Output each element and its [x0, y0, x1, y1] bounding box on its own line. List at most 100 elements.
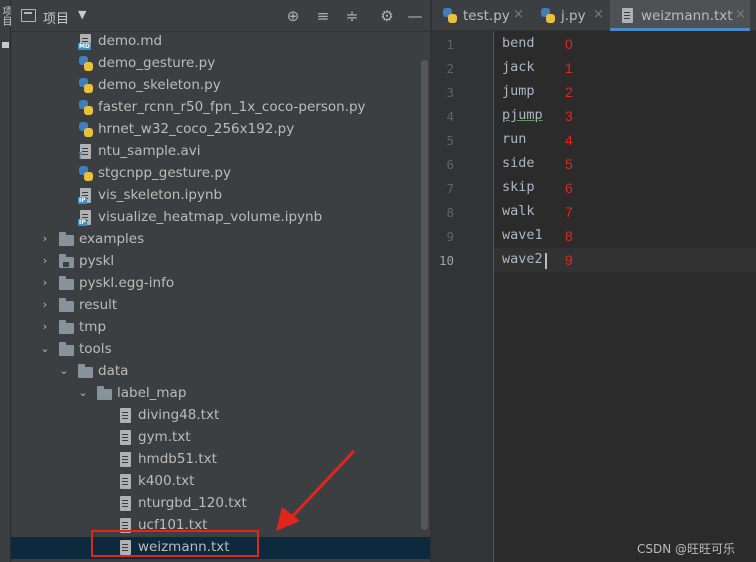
tab-label: weizmann.txt — [641, 8, 733, 24]
unknown-file-icon: ? — [78, 144, 94, 160]
tree-item[interactable]: hrnet_w32_coco_256x192.py — [11, 119, 430, 141]
tree-item[interactable]: hmdb51.txt — [11, 449, 430, 471]
project-tree: MD demo.md demo_gesture.py demo_skeleton.py… — [11, 32, 430, 562]
gear-icon[interactable]: ⚙ — [377, 6, 397, 26]
tree-item[interactable]: ⌄ label_map — [11, 383, 430, 405]
tree-item-label: k400.txt — [138, 473, 195, 489]
python-file-icon — [78, 100, 94, 116]
tree-item[interactable]: › tmp — [11, 317, 430, 339]
code-line[interactable]: jack — [502, 59, 535, 75]
locate-target-icon[interactable]: ⊕ — [283, 6, 303, 26]
code-line[interactable]: pjump — [502, 107, 543, 123]
tree-item[interactable]: › pyskl — [11, 251, 430, 273]
python-file-icon — [78, 122, 94, 138]
project-header: 项目 ▼ ⊕ ≡ ≑ ⚙ — — [11, 0, 430, 32]
tree-item[interactable]: ⌄ data — [11, 361, 430, 383]
close-icon[interactable]: × — [593, 7, 604, 22]
line-number: 8 — [446, 205, 454, 220]
tree-item-label: tmp — [79, 319, 107, 335]
tab-weizmann-txt[interactable]: weizmann.txt × — [610, 0, 750, 31]
tree-item[interactable]: IP visualize_heatmap_volume.ipynb — [11, 207, 430, 229]
tree-item-label: visualize_heatmap_volume.ipynb — [98, 209, 323, 225]
editor-tab-bar: test.py × j.py × weizmann.txt × — [432, 0, 756, 31]
tree-item-label: faster_rcnn_r50_fpn_1x_coco-person.py — [98, 99, 366, 115]
tree-item-label: result — [79, 297, 118, 313]
index-annotation: 3 — [565, 108, 573, 124]
notebook-file-icon: IP — [78, 188, 94, 204]
project-tool-window-label[interactable]: 项目 — [0, 6, 11, 26]
text-file-icon — [118, 452, 134, 468]
chevron-down-icon[interactable]: ⌄ — [40, 342, 50, 355]
tree-item[interactable]: k400.txt — [11, 471, 430, 493]
tab-label: test.py — [463, 8, 510, 24]
chevron-right-icon[interactable]: › — [40, 232, 50, 245]
line-number: 9 — [446, 229, 454, 244]
tree-item[interactable]: diving48.txt — [11, 405, 430, 427]
tree-item[interactable]: demo_gesture.py — [11, 53, 430, 75]
python-file-icon — [443, 8, 457, 24]
text-caret — [545, 253, 547, 269]
tab-test-py[interactable]: test.py × — [432, 0, 530, 31]
markdown-file-icon: MD — [78, 34, 94, 50]
expand-all-icon[interactable]: ≡ — [313, 6, 333, 26]
code-line[interactable]: jump — [502, 83, 535, 99]
tree-item[interactable]: ? ntu_sample.avi — [11, 141, 430, 163]
code-line[interactable]: skip — [502, 179, 535, 195]
collapse-all-icon[interactable]: ≑ — [342, 6, 362, 26]
tree-item-label: demo_gesture.py — [98, 55, 216, 71]
chevron-down-icon[interactable]: ▼ — [78, 8, 86, 21]
project-title[interactable]: 项目 — [43, 8, 69, 27]
tree-scrollbar[interactable] — [421, 60, 428, 530]
tree-item-label: hrnet_w32_coco_256x192.py — [98, 121, 295, 137]
tree-item-label: ntu_sample.avi — [98, 143, 201, 159]
code-line[interactable]: walk — [502, 203, 535, 219]
tree-item[interactable]: nturgbd_120.txt — [11, 493, 430, 515]
tree-item-label: pyskl.egg-info — [79, 275, 175, 291]
index-annotation: 7 — [565, 204, 573, 220]
line-number: 6 — [446, 157, 454, 172]
tree-item-label: data — [98, 363, 129, 379]
chevron-right-icon[interactable]: › — [40, 320, 50, 333]
tree-item-label: demo.md — [98, 33, 163, 49]
chevron-right-icon[interactable]: › — [40, 298, 50, 311]
index-annotation: 6 — [565, 180, 573, 196]
text-file-icon — [118, 474, 134, 490]
close-icon[interactable]: × — [513, 7, 524, 22]
line-number-gutter: 1 2 3 4 5 6 7 8 9 10 — [432, 31, 494, 562]
line-number: 3 — [446, 85, 454, 100]
folder-icon — [59, 342, 75, 358]
tree-item-label: demo_skeleton.py — [98, 77, 221, 93]
tree-item[interactable]: › result — [11, 295, 430, 317]
tree-item[interactable]: stgcnpp_gesture.py — [11, 163, 430, 185]
code-line[interactable]: bend — [502, 35, 535, 51]
tab-label: j.py — [561, 8, 586, 24]
tree-item[interactable]: gym.txt — [11, 427, 430, 449]
tree-item[interactable]: ⌄ tools — [11, 339, 430, 361]
tree-item-label: label_map — [117, 385, 187, 401]
close-icon[interactable]: × — [735, 7, 746, 22]
python-file-icon — [541, 8, 555, 24]
line-number: 4 — [446, 109, 454, 124]
tree-item[interactable]: › pyskl.egg-info — [11, 273, 430, 295]
chevron-down-icon[interactable]: ⌄ — [78, 386, 88, 399]
project-tool-window-strip[interactable]: 项目 — [0, 0, 11, 562]
tree-item[interactable]: MD demo.md — [11, 31, 430, 53]
chevron-right-icon[interactable]: › — [40, 276, 50, 289]
index-annotation: 5 — [565, 156, 573, 172]
tree-item[interactable]: demo_skeleton.py — [11, 75, 430, 97]
code-line[interactable]: wave2 — [502, 251, 543, 267]
tree-item[interactable]: IP vis_skeleton.ipynb — [11, 185, 430, 207]
index-annotation: 8 — [565, 228, 573, 244]
code-line[interactable]: wave1 — [502, 227, 543, 243]
tab-j-py[interactable]: j.py × — [530, 0, 610, 31]
hide-panel-icon[interactable]: — — [405, 6, 425, 26]
tree-item[interactable]: faster_rcnn_r50_fpn_1x_coco-person.py — [11, 97, 430, 119]
tool-window-marker-icon — [2, 42, 9, 48]
chevron-down-icon[interactable]: ⌄ — [59, 364, 69, 377]
tree-item-label: pyskl — [79, 253, 115, 269]
code-line[interactable]: side — [502, 155, 535, 171]
tree-item[interactable]: › examples — [11, 229, 430, 251]
code-line[interactable]: run — [502, 131, 526, 147]
tree-item-label: vis_skeleton.ipynb — [98, 187, 223, 203]
chevron-right-icon[interactable]: › — [40, 254, 50, 267]
